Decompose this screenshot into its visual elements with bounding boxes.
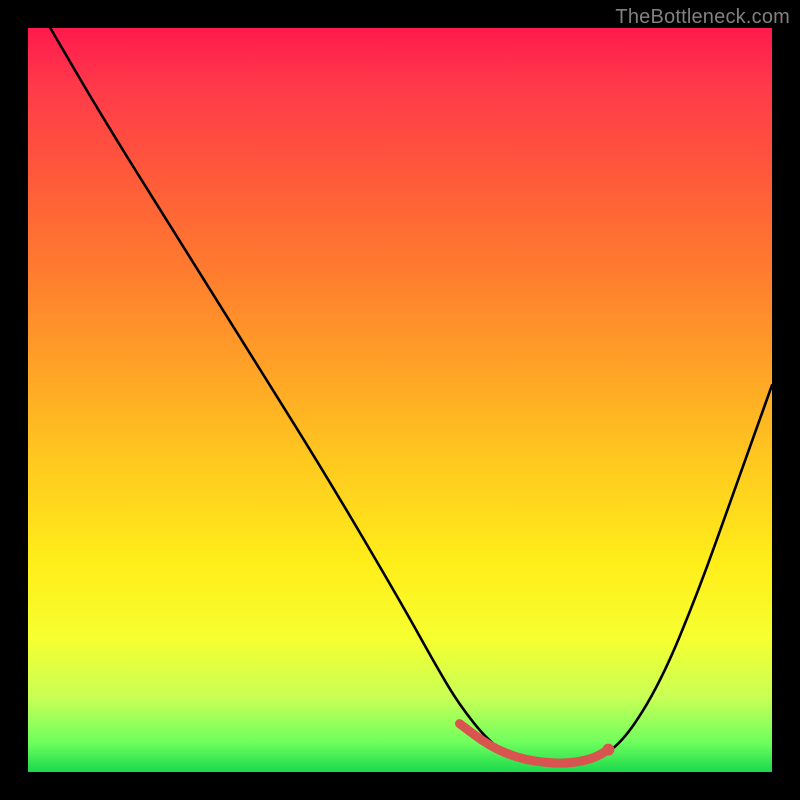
bottleneck-curve <box>50 28 772 766</box>
highlight-band <box>460 724 609 763</box>
watermark-text: TheBottleneck.com <box>615 6 790 29</box>
chart-frame: TheBottleneck.com <box>0 0 800 800</box>
highlight-end-dot <box>602 744 614 756</box>
plot-area <box>28 28 772 772</box>
curve-layer <box>28 28 772 772</box>
